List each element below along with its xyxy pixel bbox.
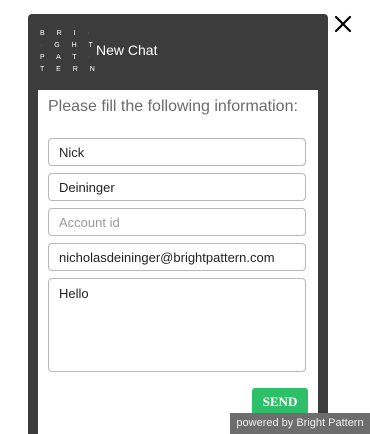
powered-by-label: powered by Bright Pattern	[230, 413, 370, 434]
logo-row: T E R N	[40, 66, 100, 73]
close-icon[interactable]	[333, 14, 353, 34]
send-button[interactable]: SEND	[252, 388, 308, 415]
chat-title: New Chat	[96, 42, 158, 58]
logo-row: · G H T	[40, 42, 98, 49]
account-id-field[interactable]	[48, 208, 306, 236]
message-field[interactable]: Hello	[48, 278, 306, 372]
email-field[interactable]	[48, 243, 306, 271]
first-name-field[interactable]	[48, 138, 306, 166]
form-prompt: Please fill the following information:	[48, 98, 298, 115]
last-name-field[interactable]	[48, 173, 306, 201]
chat-header: B R I · · G H T P A T · T E R N New Chat	[28, 14, 328, 88]
bright-pattern-logo: B R I · · G H T P A T · T E R N	[40, 28, 100, 76]
logo-row: P A T ·	[40, 54, 96, 61]
logo-row: B R I ·	[40, 30, 95, 37]
chat-form-panel: Please fill the following information: H…	[38, 90, 318, 434]
